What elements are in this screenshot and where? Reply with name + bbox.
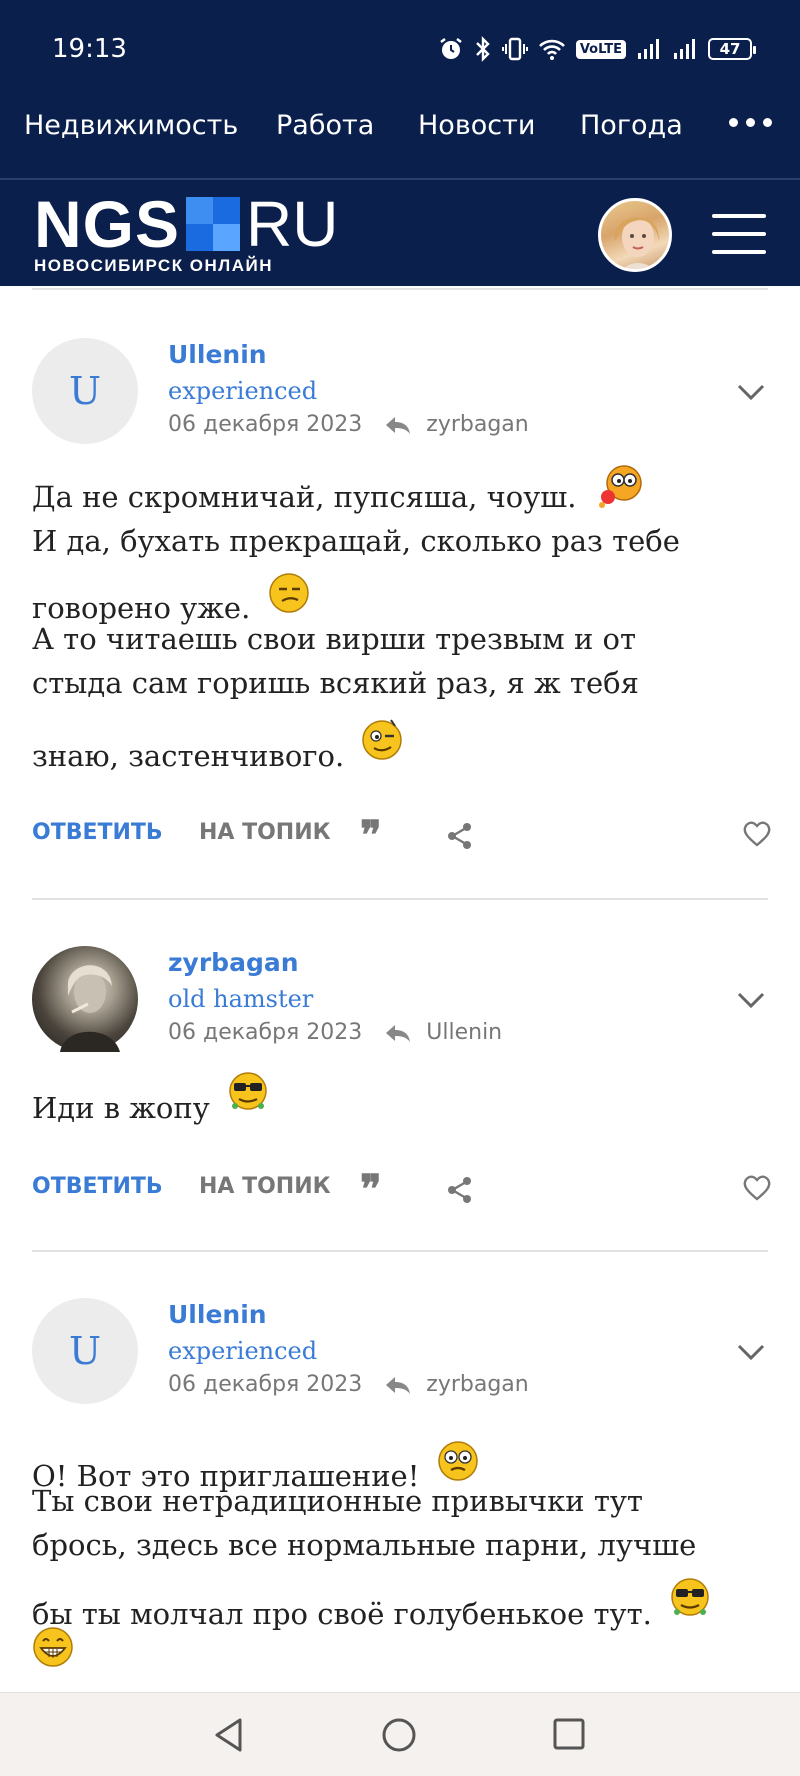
avatar[interactable]: U — [32, 1298, 138, 1404]
logo-text: NGS — [34, 187, 181, 261]
comment-meta: 06 декабря 2023 Ullenin — [168, 1020, 502, 1045]
wifi-icon — [538, 39, 565, 60]
nav-link-jobs[interactable]: Работа — [276, 110, 374, 141]
text-line: брось, здесь все нормальные парни, лучше — [32, 1528, 697, 1562]
status-time: 19:13 — [52, 34, 127, 64]
comment-author[interactable]: Ullenin — [168, 1300, 267, 1329]
vibrate-icon — [501, 37, 528, 61]
back-icon[interactable] — [212, 1717, 246, 1753]
cool-sunglasses-emoji-icon — [671, 1578, 709, 1616]
avatar-letter: U — [68, 1329, 102, 1373]
reply-button[interactable]: ОТВЕТИТЬ — [32, 1174, 163, 1199]
share-icon[interactable] — [446, 1176, 474, 1204]
nav-link-weather[interactable]: Погода — [580, 110, 683, 141]
reply-arrow-icon — [384, 1023, 412, 1043]
surprised-emoji-icon — [437, 1441, 478, 1481]
divider — [32, 1250, 768, 1252]
hamburger-menu-icon[interactable] — [712, 214, 766, 254]
divider — [32, 898, 768, 900]
wink-emoji-icon — [362, 719, 403, 760]
cool-sunglasses-emoji-icon — [229, 1072, 267, 1110]
reply-button[interactable]: ОТВЕТИТЬ — [32, 820, 163, 845]
comment-date: 06 декабря 2023 — [168, 412, 363, 437]
status-bar: 19:13 VoLTE 47 — [0, 0, 800, 90]
text-line: А то читаешь свои вирши трезвым и от — [32, 622, 636, 656]
share-icon[interactable] — [446, 822, 474, 850]
battery-level: 47 — [719, 40, 741, 58]
chevron-down-icon[interactable] — [736, 990, 766, 1010]
more-dots-icon[interactable] — [729, 118, 772, 127]
avatar-letter: U — [68, 369, 102, 413]
reply-to-user[interactable]: zyrbagan — [426, 1372, 528, 1397]
site-logo[interactable]: NGS RU НОВОСИБИРСК ОНЛАЙН — [34, 187, 339, 276]
heart-icon[interactable] — [742, 1174, 772, 1202]
text-line: бы ты молчал про своё голубенькое тут. — [32, 1597, 652, 1631]
volte-badge: VoLTE — [575, 39, 626, 59]
text-line: знаю, застенчивого. — [32, 739, 345, 773]
signal-icon — [674, 39, 695, 59]
chevron-down-icon[interactable] — [736, 1342, 766, 1362]
user-avatar[interactable] — [598, 198, 672, 272]
sly-smile-emoji-icon — [268, 573, 309, 613]
comment-text: Иди в жопу — [32, 1070, 772, 1130]
comment-text: Да не скромничай, пупсяша, чоуш. И да, б… — [32, 465, 772, 780]
battery-icon: 47 — [708, 38, 756, 60]
text-line: Иди в жопу — [32, 1091, 210, 1125]
android-navigation-bar — [0, 1692, 800, 1776]
reply-arrow-icon — [384, 1375, 412, 1395]
comment-date: 06 декабря 2023 — [168, 1372, 363, 1397]
quote-icon[interactable]: ❞ — [360, 1170, 382, 1210]
nav-link-news[interactable]: Новости — [418, 110, 535, 141]
text-line: И да, бухать прекращай, сколько раз тебе — [32, 524, 680, 558]
reply-to-user[interactable]: Ullenin — [426, 1020, 502, 1045]
home-icon[interactable] — [381, 1717, 417, 1753]
kiss-emoji-icon — [598, 465, 642, 508]
reply-arrow-icon — [384, 415, 412, 435]
text-line: Ты свои нетрадиционные привычки тут — [32, 1484, 643, 1518]
author-rank: experienced — [168, 377, 318, 405]
text-line: стыда сам горишь всякий раз, я ж тебя — [32, 666, 639, 700]
comment-meta: 06 декабря 2023 zyrbagan — [168, 1372, 529, 1397]
to-topic-button[interactable]: НА ТОПИК — [199, 1174, 331, 1199]
status-icons: VoLTE 47 — [438, 34, 756, 64]
comment-date: 06 декабря 2023 — [168, 1020, 363, 1045]
alarm-icon — [440, 38, 462, 59]
divider — [32, 288, 768, 290]
quote-icon[interactable]: ❞ — [360, 816, 382, 856]
avatar[interactable]: U — [32, 338, 138, 444]
grin-emoji-icon — [33, 1627, 73, 1667]
comment-author[interactable]: zyrbagan — [168, 948, 299, 977]
text-line: говорено уже. — [32, 591, 251, 625]
bluetooth-icon — [475, 36, 490, 62]
heart-icon[interactable] — [742, 820, 772, 848]
comment-actions: ОТВЕТИТЬ НА ТОПИК ❞ — [32, 814, 772, 856]
reply-to-user[interactable]: zyrbagan — [426, 412, 528, 437]
signal-icon — [638, 39, 659, 59]
chevron-down-icon[interactable] — [736, 382, 766, 402]
comment-actions: ОТВЕТИТЬ НА ТОПИК ❞ — [32, 1168, 772, 1210]
recents-icon[interactable] — [552, 1717, 586, 1751]
logo-domain: RU — [246, 188, 339, 260]
comment-text: О! Вот это приглашение! Ты свои нетрадиц… — [32, 1440, 772, 1680]
nav-link-realty[interactable]: Недвижимость — [24, 110, 238, 141]
author-rank: experienced — [168, 1337, 318, 1365]
to-topic-button[interactable]: НА ТОПИК — [199, 820, 331, 845]
text-line: Да не скромничай, пупсяша, чоуш. — [32, 480, 577, 514]
brand-header: NGS RU НОВОСИБИРСК ОНЛАЙН — [0, 178, 800, 286]
comment-meta: 06 декабря 2023 zyrbagan — [168, 412, 529, 437]
avatar[interactable] — [32, 946, 138, 1052]
top-nav: Недвижимость Работа Новости Погода — [0, 90, 800, 178]
comment-author[interactable]: Ullenin — [168, 340, 267, 369]
author-rank: old hamster — [168, 985, 314, 1013]
logo-square-icon — [186, 197, 241, 251]
